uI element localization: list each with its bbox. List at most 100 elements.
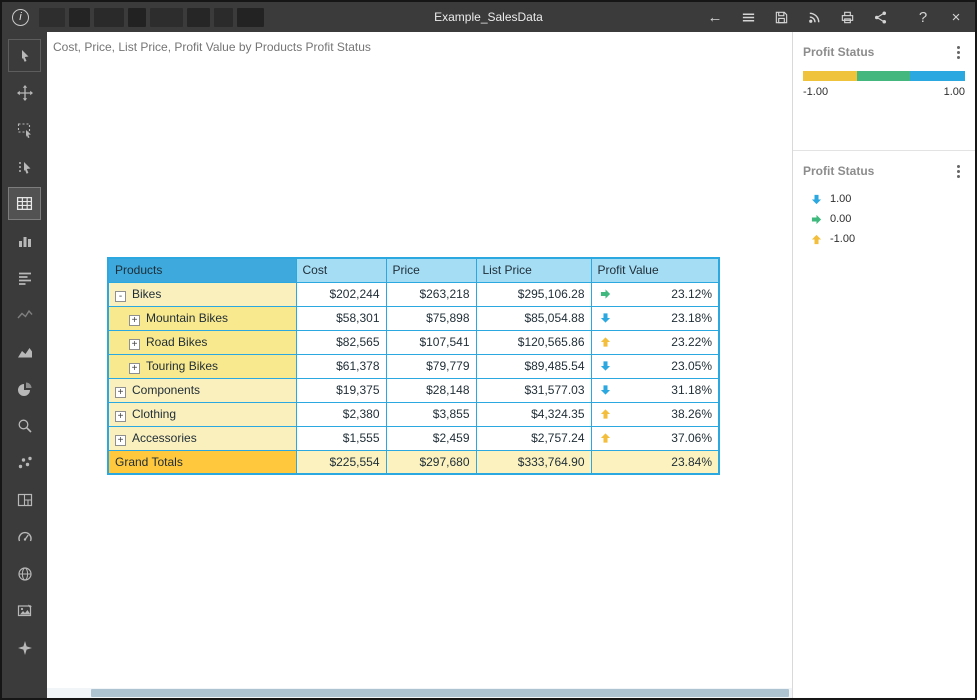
app-window: i Example_SalesData ← bbox=[0, 0, 977, 700]
table-row[interactable]: +Touring Bikes $61,378 $79,779 $89,485.5… bbox=[108, 354, 719, 378]
expand-icon[interactable]: + bbox=[129, 339, 140, 350]
expand-icon[interactable]: + bbox=[129, 363, 140, 374]
column-header-list-price[interactable]: List Price bbox=[476, 258, 591, 282]
help-icon[interactable]: ? bbox=[914, 8, 932, 26]
price-cell: $297,680 bbox=[386, 450, 476, 474]
topbar-tool-placeholder[interactable] bbox=[150, 8, 183, 27]
pie-chart-tool-icon[interactable] bbox=[8, 372, 41, 405]
table-row[interactable]: +Components $19,375 $28,148 $31,577.03 3… bbox=[108, 378, 719, 402]
horizontal-scrollbar[interactable] bbox=[47, 688, 792, 698]
row-label-cell[interactable]: +Mountain Bikes bbox=[108, 306, 296, 330]
move-tool-icon[interactable] bbox=[8, 76, 41, 109]
profit-value: 23.22% bbox=[671, 335, 712, 349]
expand-icon[interactable]: + bbox=[129, 315, 140, 326]
pivot-item[interactable]: Products Cost Price List Price Profit Va… bbox=[107, 257, 720, 475]
legend-panel: Profit Status -1.00 1.00 Profit Status bbox=[792, 32, 975, 698]
row-label-cell[interactable]: +Road Bikes bbox=[108, 330, 296, 354]
row-label-cell[interactable]: +Touring Bikes bbox=[108, 354, 296, 378]
list-price-cell: $31,577.03 bbox=[476, 378, 591, 402]
row-label: Clothing bbox=[132, 407, 176, 421]
header-row: Products Cost Price List Price Profit Va… bbox=[108, 258, 719, 282]
column-header-price[interactable]: Price bbox=[386, 258, 476, 282]
pivot-item-title: Cost, Price, List Price, Profit Value by… bbox=[53, 40, 371, 54]
table-row[interactable]: +Accessories $1,555 $2,459 $2,757.24 37.… bbox=[108, 426, 719, 450]
column-header-profit-value[interactable]: Profit Value bbox=[591, 258, 719, 282]
scale-min-label: -1.00 bbox=[803, 86, 828, 98]
info-icon[interactable]: i bbox=[12, 9, 29, 26]
back-icon[interactable]: ← bbox=[706, 8, 724, 26]
profit-value: 38.26% bbox=[671, 407, 712, 421]
table-row[interactable]: +Mountain Bikes $58,301 $75,898 $85,054.… bbox=[108, 306, 719, 330]
area-chart-tool-icon[interactable] bbox=[8, 335, 41, 368]
cost-cell: $58,301 bbox=[296, 306, 386, 330]
expand-icon[interactable]: + bbox=[115, 387, 126, 398]
pivot-table: Products Cost Price List Price Profit Va… bbox=[107, 257, 720, 475]
options-menu-icon[interactable] bbox=[951, 44, 965, 60]
save-icon[interactable] bbox=[772, 8, 790, 26]
print-icon[interactable] bbox=[838, 8, 856, 26]
scatter-chart-tool-icon[interactable] bbox=[8, 446, 41, 479]
row-label-cell[interactable]: + Accessories bbox=[108, 426, 296, 450]
profit-value: 23.12% bbox=[671, 287, 712, 301]
legend-value: 1.00 bbox=[830, 193, 851, 205]
row-label: Accessories bbox=[132, 431, 197, 445]
list-price-cell: $120,565.86 bbox=[476, 330, 591, 354]
feed-icon[interactable] bbox=[805, 8, 823, 26]
lasso-select-tool-icon[interactable] bbox=[8, 150, 41, 183]
pivot-table-tool-icon[interactable] bbox=[8, 187, 41, 220]
trend-arrow-icon bbox=[600, 337, 611, 348]
list-price-cell: $85,054.88 bbox=[476, 306, 591, 330]
pointer-tool-icon[interactable] bbox=[8, 39, 41, 72]
grid-tool-icon[interactable] bbox=[8, 261, 41, 294]
profit-value: 23.05% bbox=[671, 359, 712, 373]
row-label-cell[interactable]: + Clothing bbox=[108, 402, 296, 426]
close-icon[interactable]: × bbox=[947, 8, 965, 26]
topbar-tool-placeholder[interactable] bbox=[214, 8, 233, 27]
row-label: Bikes bbox=[132, 287, 161, 301]
column-header-cost[interactable]: Cost bbox=[296, 258, 386, 282]
down-arrow-icon bbox=[811, 194, 822, 205]
row-label-cell[interactable]: +Components bbox=[108, 378, 296, 402]
dashboard-canvas: Cost, Price, List Price, Profit Value by… bbox=[47, 32, 792, 698]
profit-value-cell: 31.18% bbox=[591, 378, 719, 402]
marquee-select-tool-icon[interactable] bbox=[8, 113, 41, 146]
menu-icon[interactable] bbox=[739, 8, 757, 26]
bar-chart-tool-icon[interactable] bbox=[8, 224, 41, 257]
gradient-scale bbox=[803, 71, 965, 81]
cost-cell: $19,375 bbox=[296, 378, 386, 402]
expand-icon[interactable]: + bbox=[115, 435, 126, 446]
topbar-tool-placeholder[interactable] bbox=[187, 8, 210, 27]
collapse-icon[interactable]: - bbox=[115, 291, 126, 302]
map-tool-icon[interactable] bbox=[8, 557, 41, 590]
topbar-tool-placeholder[interactable] bbox=[94, 8, 124, 27]
cost-cell: $1,555 bbox=[296, 426, 386, 450]
profit-value-cell: 23.84% bbox=[591, 450, 719, 474]
table-row[interactable]: +Road Bikes $82,565 $107,541 $120,565.86… bbox=[108, 330, 719, 354]
topbar-tool-placeholder[interactable] bbox=[39, 8, 65, 27]
expand-icon[interactable]: + bbox=[115, 411, 126, 422]
magnifier-tool-icon[interactable] bbox=[8, 409, 41, 442]
treemap-tool-icon[interactable] bbox=[8, 483, 41, 516]
profit-value-cell: 37.06% bbox=[591, 426, 719, 450]
row-label-cell[interactable]: -Bikes bbox=[108, 282, 296, 306]
image-tool-icon[interactable] bbox=[8, 594, 41, 627]
price-cell: $79,779 bbox=[386, 354, 476, 378]
share-icon[interactable] bbox=[871, 8, 889, 26]
trend-arrow-icon bbox=[600, 313, 611, 324]
trend-arrow-icon bbox=[600, 433, 611, 444]
grand-total-row[interactable]: Grand Totals $225,554 $297,680 $333,764.… bbox=[108, 450, 719, 474]
legend-title: Profit Status bbox=[803, 45, 874, 59]
topbar-tool-placeholder[interactable] bbox=[237, 8, 264, 27]
list-price-cell: $4,324.35 bbox=[476, 402, 591, 426]
horizontal-scrollbar-thumb[interactable] bbox=[91, 689, 789, 697]
table-row[interactable]: +Clothing $2,380 $3,855 $4,324.35 38.26% bbox=[108, 402, 719, 426]
column-header-products[interactable]: Products bbox=[108, 258, 296, 282]
gauge-tool-icon[interactable] bbox=[8, 520, 41, 553]
topbar-tool-placeholder[interactable] bbox=[69, 8, 90, 27]
topbar-tool-placeholder[interactable] bbox=[128, 8, 146, 27]
filter-tool-icon[interactable] bbox=[8, 631, 41, 664]
options-menu-icon[interactable] bbox=[951, 163, 965, 179]
price-cell: $2,459 bbox=[386, 426, 476, 450]
table-row[interactable]: -Bikes $202,244 $263,218 $295,106.28 23.… bbox=[108, 282, 719, 306]
line-chart-tool-icon[interactable] bbox=[8, 298, 41, 331]
